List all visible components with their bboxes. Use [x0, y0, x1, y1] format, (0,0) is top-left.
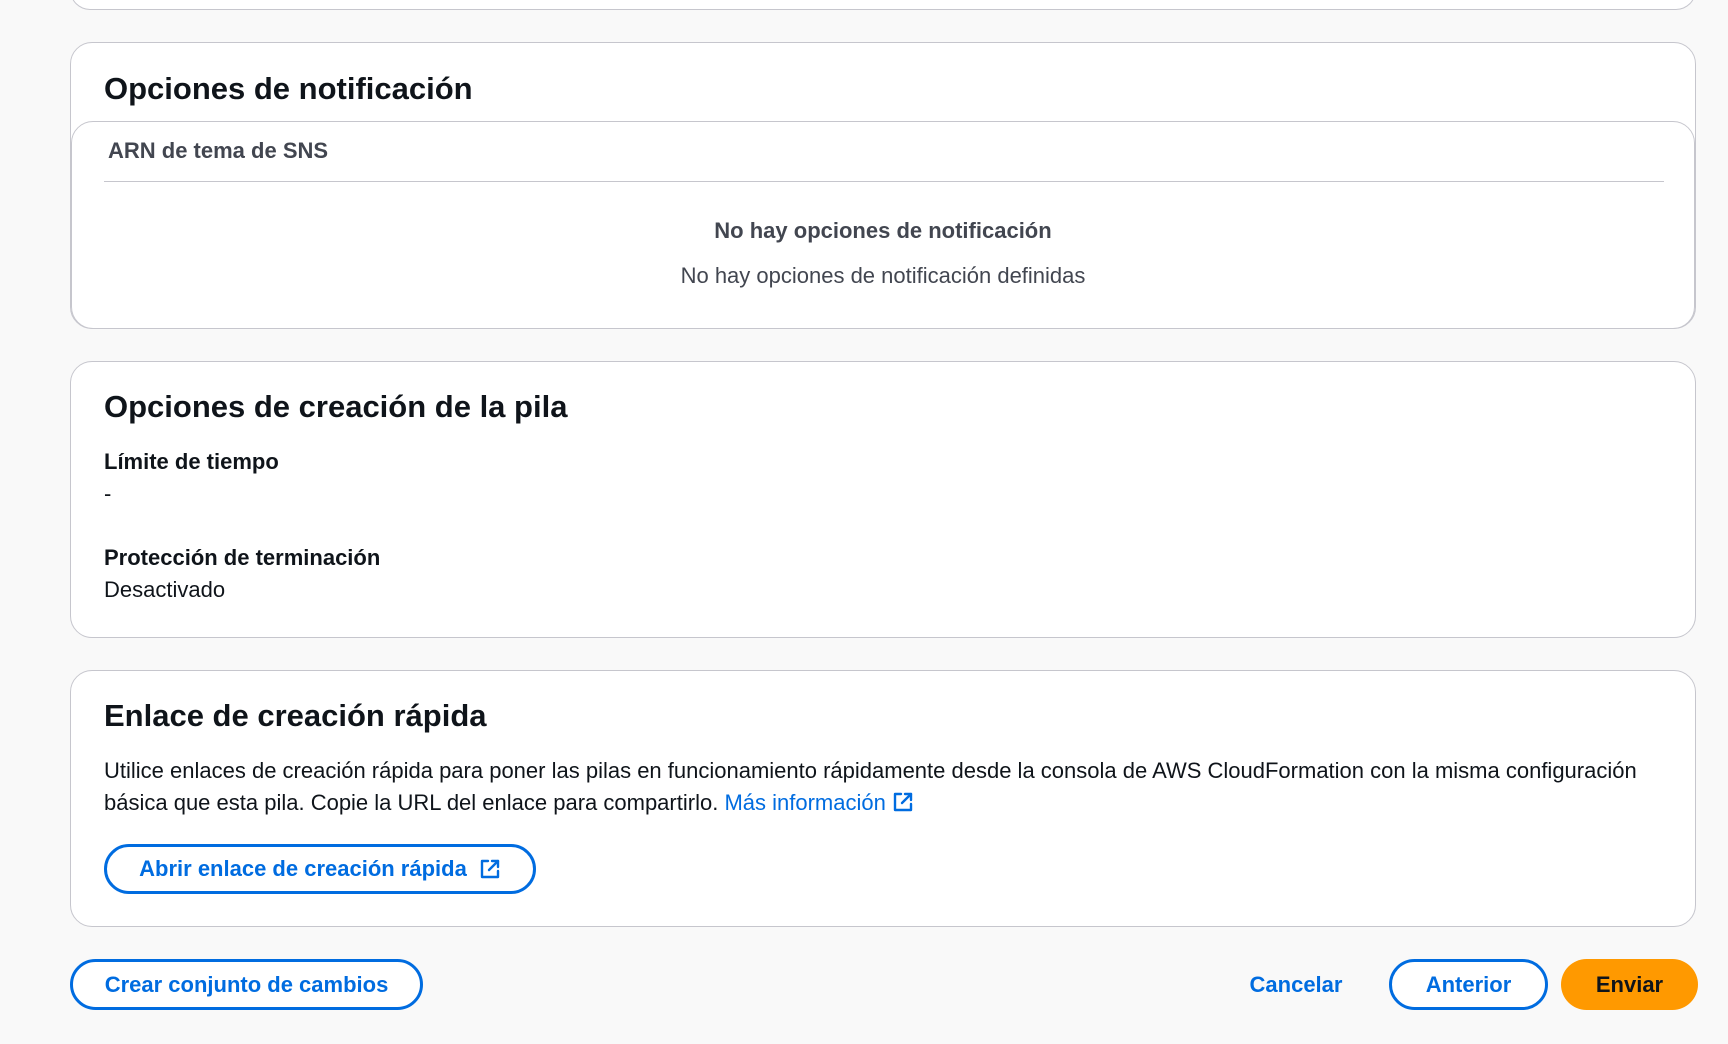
open-quick-create-link-label: Abrir enlace de creación rápida	[139, 856, 467, 881]
create-change-set-label: Crear conjunto de cambios	[104, 971, 389, 997]
table-header-divider	[104, 181, 1664, 182]
sns-topic-table: ARN de tema de SNS No hay opciones de no…	[71, 121, 1695, 329]
create-change-set-button[interactable]: Crear conjunto de cambios	[70, 959, 423, 1010]
termination-protection-value: Desactivado	[104, 577, 226, 602]
review-page: Opciones de notificación ARN de tema de …	[0, 0, 1728, 1044]
section-title: Opciones de notificación	[104, 71, 473, 106]
timeout-value: -	[104, 481, 112, 506]
previous-button[interactable]: Anterior	[1389, 959, 1548, 1010]
column-header-sns-topic-arn: ARN de tema de SNS	[108, 138, 329, 163]
learn-more-link[interactable]: Más información	[724, 790, 913, 815]
submit-button[interactable]: Enviar	[1561, 959, 1698, 1010]
external-link-icon	[893, 792, 913, 812]
termination-protection-label: Protección de terminación	[104, 545, 381, 570]
previous-section-card	[70, 0, 1696, 10]
section-title: Enlace de creación rápida	[104, 698, 487, 733]
submit-label: Enviar	[1595, 971, 1664, 997]
previous-label: Anterior	[1425, 971, 1512, 997]
timeout-label: Límite de tiempo	[104, 449, 279, 474]
stack-creation-options-section: Opciones de creación de la pila Límite d…	[70, 361, 1696, 638]
empty-state-description: No hay opciones de notificación definida…	[680, 263, 1086, 288]
section-title: Opciones de creación de la pila	[104, 389, 568, 424]
notification-options-section: Opciones de notificación ARN de tema de …	[70, 42, 1696, 329]
external-link-icon	[480, 859, 500, 879]
learn-more-label[interactable]: Más información	[724, 790, 885, 815]
cancel-label: Cancelar	[1249, 971, 1343, 997]
open-quick-create-link-button[interactable]: Abrir enlace de creación rápida	[104, 844, 536, 894]
quick-create-link-section: Enlace de creación rápida Utilice enlace…	[70, 670, 1696, 927]
cancel-button[interactable]: Cancelar	[1233, 959, 1359, 1010]
quick-create-description: Utilice enlaces de creación rápida para …	[104, 755, 1644, 819]
empty-state-title: No hay opciones de notificación	[714, 218, 1052, 243]
